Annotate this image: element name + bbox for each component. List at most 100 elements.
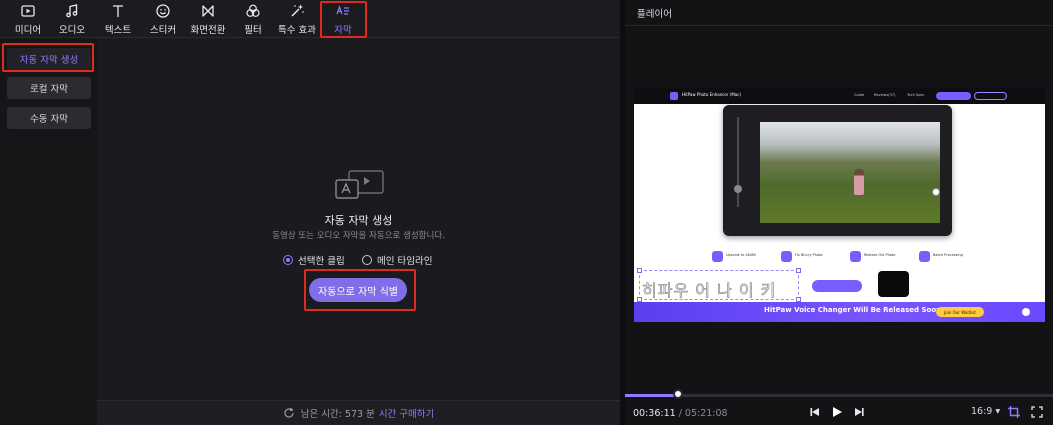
video-dark-card (878, 271, 909, 297)
radio-unselected-icon[interactable] (362, 255, 372, 265)
refresh-icon[interactable] (283, 407, 295, 419)
playback-progress-bar[interactable] (625, 394, 1053, 397)
video-preview[interactable]: HitPaw Photo Enhancer (Mac) Guide Review… (634, 88, 1045, 322)
feature-label: Batch Processing (933, 253, 963, 257)
option-label: 선택한 클립 (298, 256, 345, 267)
tool-media[interactable]: 미디어 (8, 0, 48, 38)
auto-identify-subtitle-button[interactable]: 자동으로 자막 식별 (309, 278, 407, 302)
sidebar-item-auto-subtitle[interactable]: 자동 자막 생성 (7, 48, 91, 70)
aspect-ratio-select[interactable]: 16:9 ▾ (971, 406, 1000, 417)
subtitle-icon (336, 4, 349, 15)
playback-progress-knob[interactable] (672, 389, 683, 399)
player-title: 플레이어 (637, 9, 672, 20)
time-separator: / (675, 408, 685, 419)
app-window: 미디어 오디오 텍스트 스티커 화면전환 필터 특수 효과 자막 자동 자막 생… (0, 0, 1053, 425)
feature-label: Restore Old Photo (864, 253, 896, 257)
feature-blur-icon (781, 251, 792, 262)
tool-sticker-label: 스티커 (149, 24, 177, 36)
fullscreen-icon[interactable] (1030, 405, 1044, 419)
video-nav-item: Guide (854, 93, 865, 97)
video-app-window (723, 105, 952, 236)
tool-effects-label: 특수 효과 (278, 24, 316, 36)
subtitle-sidebar: 자동 자막 생성 로컬 자막 수동 자막 (0, 38, 97, 425)
tool-filter[interactable]: 필터 (236, 0, 270, 38)
video-slider-track (737, 117, 739, 207)
music-note-icon (66, 3, 78, 17)
banner-text: HitPaw Voice Changer Will Be Released So… (764, 306, 945, 314)
buy-time-link[interactable]: 시간 구매하기 (379, 406, 434, 420)
tool-sticker[interactable]: 스티커 (143, 0, 183, 38)
top-toolbar: 미디어 오디오 텍스트 스티커 화면전환 필터 특수 효과 자막 (0, 0, 620, 38)
transition-icon (202, 4, 214, 17)
total-time: 05:21:08 (684, 408, 728, 419)
video-landscape-photo (760, 122, 940, 223)
video-girl-figure (854, 169, 864, 195)
play-icon[interactable] (830, 405, 844, 419)
video-try-button (812, 280, 862, 292)
tool-text[interactable]: 텍스트 (97, 0, 139, 38)
feature-label: Upscale to 4K/8K (726, 253, 756, 257)
tool-audio[interactable]: 오디오 (52, 0, 92, 38)
feature-batch-icon (919, 251, 930, 262)
video-compare-knob (932, 188, 940, 196)
tool-audio-label: 오디오 (58, 24, 86, 36)
option-main-timeline[interactable]: 메인 타임라인 (362, 253, 432, 267)
resize-handle[interactable] (796, 268, 801, 273)
hitpaw-logo-icon (670, 92, 678, 100)
video-nav-item: Tech Spec (907, 93, 925, 97)
auto-subtitle-panel: 자동 자막 생성 동영상 또는 오디오 자막을 자동으로 생성합니다. 선택한 … (97, 38, 620, 400)
sidebar-item-label: 수동 자막 (30, 114, 68, 125)
tool-transition[interactable]: 화면전환 (187, 0, 229, 38)
resize-handle[interactable] (637, 268, 642, 273)
player-panel: 플레이어 HitPaw Photo Enhancer (Mac) Guide R… (625, 0, 1053, 425)
video-nav-item: Reviews(37) (874, 93, 896, 97)
video-site-nav: HitPaw Photo Enhancer (Mac) Guide Review… (634, 88, 1045, 104)
video-nav-pill (974, 92, 1007, 100)
media-icon (21, 4, 35, 17)
banner-join-button: Join Our Waitlist (936, 307, 984, 317)
feature-label: Fix Blurry Photo (795, 253, 823, 257)
sidebar-item-label: 로컬 자막 (30, 84, 68, 95)
crop-icon[interactable] (1007, 405, 1021, 419)
banner-close-icon (1022, 308, 1030, 316)
sidebar-item-manual-subtitle[interactable]: 수동 자막 (7, 107, 91, 129)
video-nav-pill (936, 92, 971, 100)
filter-icon (246, 4, 260, 17)
tool-text-label: 텍스트 (104, 24, 132, 36)
subtitle-overlay-text: 히파우 어 나 이 키 (642, 281, 777, 301)
tool-filter-label: 필터 (244, 24, 262, 36)
video-promo-banner: HitPaw Voice Changer Will Be Released So… (634, 302, 1045, 322)
auto-subtitle-description: 동영상 또는 오디오 자막을 자동으로 생성합니다. (272, 231, 445, 241)
player-header: 플레이어 (625, 0, 1053, 26)
sidebar-item-local-subtitle[interactable]: 로컬 자막 (7, 77, 91, 99)
current-time: 00:36:11 (633, 408, 676, 419)
auto-subtitle-title: 자동 자막 생성 (324, 214, 393, 227)
sidebar-item-label: 자동 자막 생성 (19, 55, 79, 66)
option-label: 메인 타임라인 (377, 256, 433, 267)
subtitle-overlay-box[interactable]: 히파우 어 나 이 키 (637, 268, 801, 302)
magic-wand-icon (291, 4, 304, 17)
auto-subtitle-icon (335, 170, 384, 199)
feature-restore-icon (850, 251, 861, 262)
playback-progress-fill (625, 394, 678, 397)
video-brand-text: HitPaw Photo Enhancer (Mac) (682, 92, 741, 97)
aspect-ratio-value: 16:9 (971, 406, 993, 417)
previous-frame-icon[interactable] (808, 405, 822, 419)
tool-effects[interactable]: 특수 효과 (274, 0, 320, 38)
editor-panel: 미디어 오디오 텍스트 스티커 화면전환 필터 특수 효과 자막 자동 자막 생… (0, 0, 620, 425)
playback-time: 00:36:11 / 05:21:08 (633, 408, 728, 419)
tool-media-label: 미디어 (14, 24, 42, 36)
remaining-time-bar: 남은 시간: 573 분 시간 구매하기 (97, 400, 620, 425)
text-icon (113, 4, 123, 17)
sticker-icon (156, 3, 170, 18)
remaining-time-text: 남은 시간: 573 분 (300, 409, 375, 420)
next-frame-icon[interactable] (852, 405, 866, 419)
tool-subtitle-label: 자막 (334, 24, 352, 36)
feature-upscale-icon (712, 251, 723, 262)
tool-subtitle[interactable]: 자막 (322, 0, 364, 38)
radio-selected-icon[interactable] (283, 255, 293, 265)
tool-transition-label: 화면전환 (190, 24, 226, 36)
video-slider-knob (734, 185, 742, 193)
video-feature-row: Upscale to 4K/8K Fix Blurry Photo Restor… (709, 251, 969, 267)
option-selected-clip[interactable]: 선택한 클립 (283, 253, 345, 267)
